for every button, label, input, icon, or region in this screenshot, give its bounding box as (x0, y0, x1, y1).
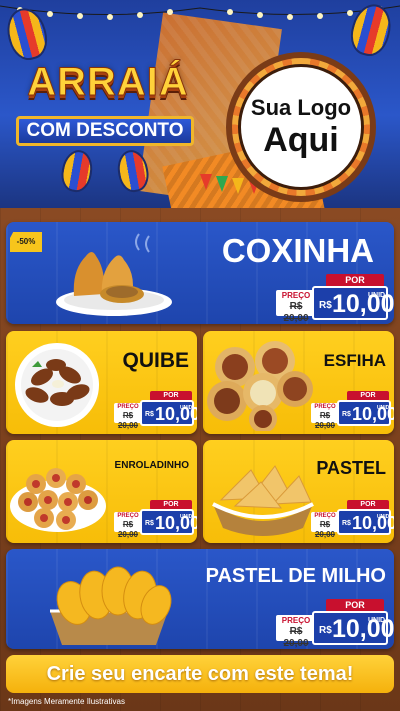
quibe-image (15, 343, 99, 427)
current-price-box: R$ 10,00 UNID (337, 400, 394, 426)
price-tag: POR PREÇO R$ 20,00 R$ 10,00 UNID (276, 599, 394, 649)
old-price: R$ 20,00 (283, 301, 309, 324)
unit-label: UNID (377, 405, 390, 411)
price-tag: POR PREÇO R$ 20,00 R$ 10,00 UNID (311, 391, 394, 430)
currency-symbol: R$ (145, 520, 154, 527)
logo-text-line2: Aqui (263, 121, 339, 159)
product-card-enroladinho[interactable]: ENROLADINHO POR PREÇO R$ 20,00 R$ 10,00 … (6, 440, 197, 543)
unit-label: UNID (377, 514, 390, 520)
esfiha-image (207, 341, 313, 431)
unit-label: UNID (368, 617, 386, 624)
product-name: PASTEL (316, 458, 386, 478)
product-card-quibe[interactable]: QUIBE POR PREÇO R$ 20,00 R$ 10,00 UNID (6, 331, 197, 434)
product-card-pastel[interactable]: PASTEL POR PREÇO R$ 20,00 R$ 10,00 UNID (203, 440, 394, 543)
currency-symbol: R$ (319, 625, 332, 636)
product-card-pastel-de-milho[interactable]: PASTEL DE MILHO POR PREÇO R$ 20,00 R$ 10… (6, 549, 394, 649)
old-price: R$ 20,00 (314, 411, 336, 430)
current-price-box: R$ 10,00 UNID (312, 611, 394, 645)
preco-label: PREÇO (281, 291, 311, 300)
coxinha-image (56, 233, 172, 316)
old-price-box: PREÇO R$ 20,00 (114, 403, 142, 430)
enroladinho-image (10, 468, 106, 532)
currency-symbol: R$ (342, 411, 351, 418)
current-price-box: R$ 10,00 UNID (312, 286, 394, 320)
unit-label: UNID (180, 405, 193, 411)
old-price-box: PREÇO R$ 20,00 (276, 615, 316, 649)
discount-subtitle: COM DESCONTO (16, 116, 194, 146)
header-banner: ARRAIÁ COM DESCONTO Sua Logo Aqui (0, 0, 400, 210)
product-name: COXINHA (221, 232, 374, 269)
preco-label: PREÇO (117, 404, 139, 410)
old-price: R$ 20,00 (283, 626, 309, 649)
current-price-box: R$ 10,00 UNID (140, 509, 197, 535)
current-price-box: R$ 10,00 UNID (337, 509, 394, 535)
current-price-box: R$ 10,00 UNID (140, 400, 197, 426)
currency-symbol: R$ (342, 520, 351, 527)
old-price: R$ 20,00 (117, 411, 139, 430)
unit-label: UNID (368, 292, 386, 299)
currency-symbol: R$ (145, 411, 154, 418)
preco-label: PREÇO (314, 513, 336, 519)
logo-text-line1: Sua Logo (250, 95, 352, 120)
pastel-de-milho-image (50, 566, 172, 645)
old-price-box: PREÇO R$ 20,00 (311, 403, 339, 430)
old-price: R$ 20,00 (314, 520, 336, 539)
preco-label: PREÇO (117, 513, 139, 519)
preco-label: PREÇO (281, 616, 311, 625)
price-tag: POR PREÇO R$ 20,00 R$ 10,00 UNID (114, 500, 197, 539)
product-name: QUIBE (122, 349, 189, 372)
old-price-box: PREÇO R$ 20,00 (311, 512, 339, 539)
disclaimer-text: *Imagens Meramente Ilustrativas (8, 697, 125, 706)
string-lights-icon (0, 5, 400, 20)
product-card-esfiha[interactable]: ESFIHA POR PREÇO R$ 20,00 R$ 10,00 UNID (203, 331, 394, 434)
preco-label: PREÇO (314, 404, 336, 410)
product-name: PASTEL DE MILHO (205, 565, 386, 587)
old-price: R$ 20,00 (117, 520, 139, 539)
price-tag: POR PREÇO R$ 20,00 R$ 10,00 UNID (114, 391, 197, 430)
price-tag: POR PREÇO R$ 20,00 R$ 10,00 UNID (311, 500, 394, 539)
arraia-title: ARRAIÁ (27, 60, 189, 105)
pastel-image (212, 465, 314, 536)
old-price-box: PREÇO R$ 20,00 (276, 290, 316, 324)
product-name: ENROLADINHO (114, 460, 189, 471)
discount-badge: -50% (10, 232, 42, 252)
cta-banner[interactable]: Crie seu encarte com este tema! (6, 655, 394, 693)
price-tag: POR PREÇO R$ 20,00 R$ 10,00 UNID (276, 274, 394, 324)
currency-symbol: R$ (319, 300, 332, 311)
product-card-coxinha[interactable]: COXINHA POR PREÇO R$ 20,00 R$ 10,00 UNID (6, 222, 394, 324)
old-price-box: PREÇO R$ 20,00 (114, 512, 142, 539)
logo-placeholder[interactable]: Sua Logo Aqui (238, 64, 364, 190)
unit-label: UNID (180, 514, 193, 520)
product-name: ESFIHA (323, 351, 386, 370)
